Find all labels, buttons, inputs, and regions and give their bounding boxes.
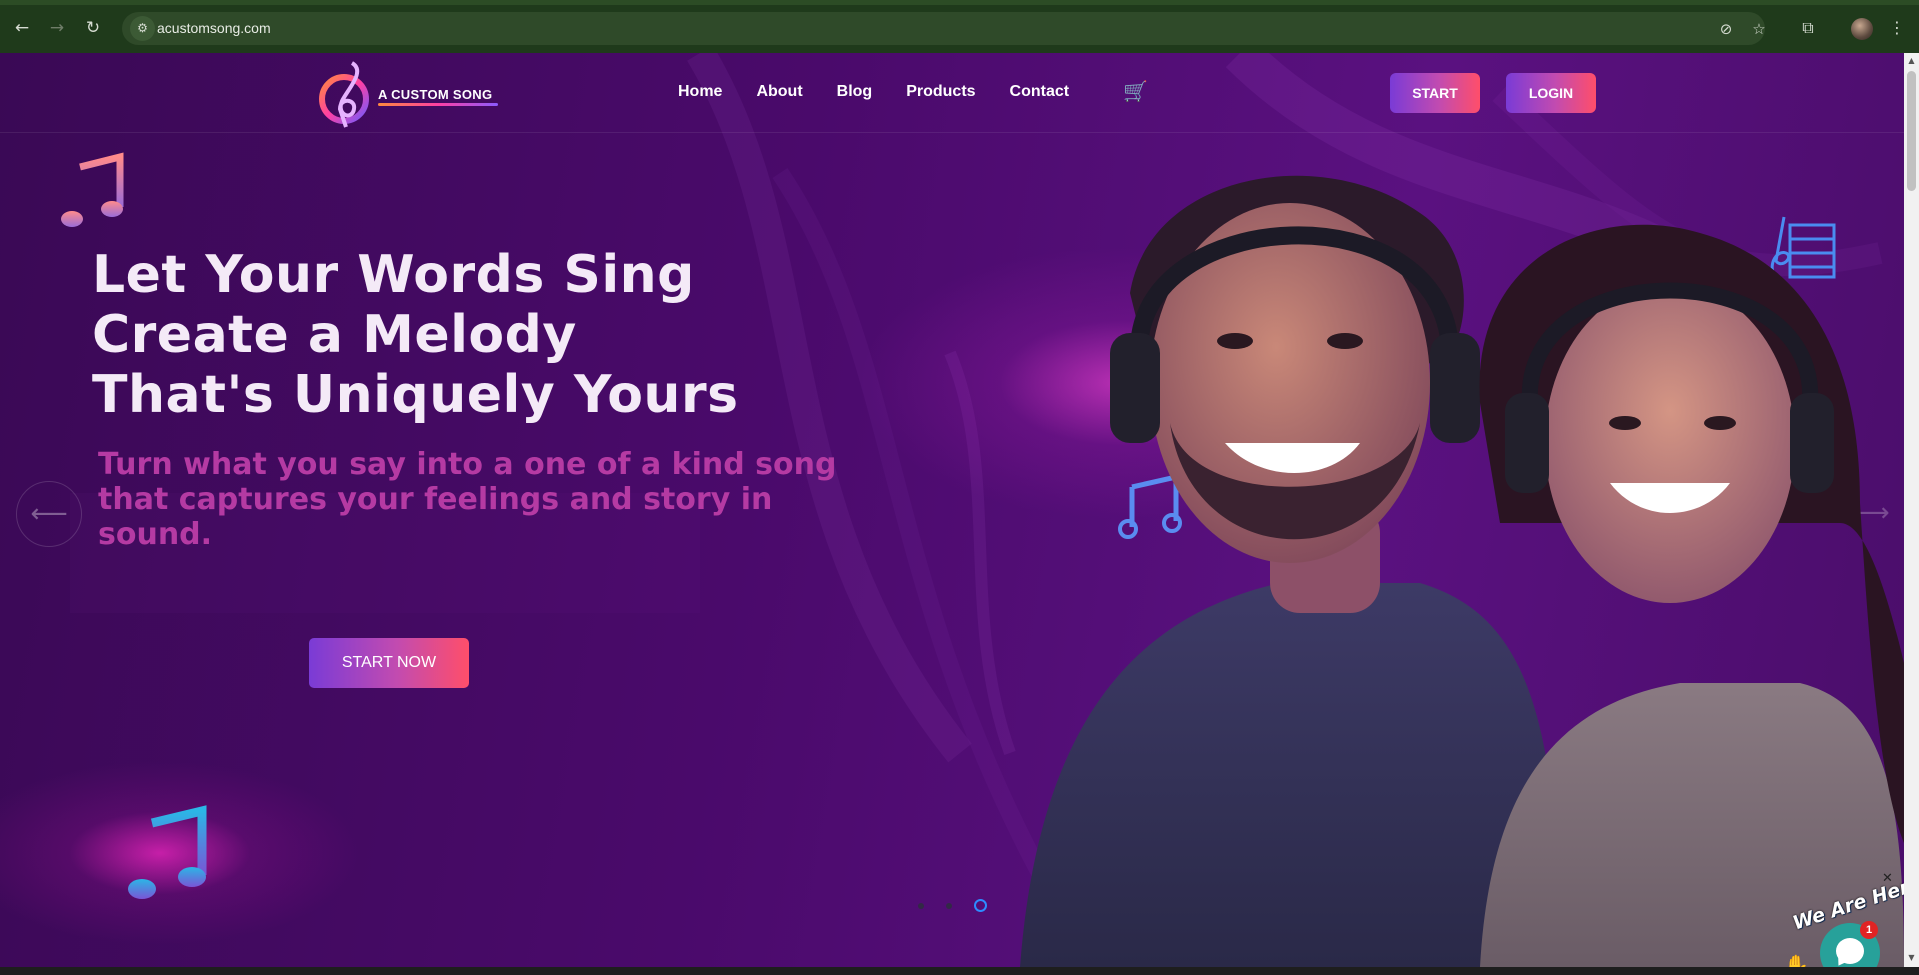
carousel-dot-3-active[interactable] [974,899,987,912]
forward-icon[interactable]: → [46,17,68,39]
extensions-icon[interactable]: ⧉ [1797,17,1819,39]
scrollbar-thumb[interactable] [1907,71,1916,191]
eye-off-icon[interactable]: ⊘ [1715,18,1737,40]
hero-title-line-1: Let Your Words Sing [92,245,695,305]
music-note-blue-icon [128,805,207,899]
hero-title-line-3: That's Uniquely Yours [92,365,739,425]
window-bottom-edge [0,967,1919,975]
url-text[interactable]: acustomsong.com [157,20,271,36]
login-button[interactable]: LOGIN [1506,73,1596,113]
cart-icon[interactable]: 🛒 [1123,79,1148,103]
main-nav: Home About Blog Products Contact [678,83,1069,101]
logo-tagline [378,103,498,106]
hero-title: Let Your Words Sing Create a Melody That… [92,245,739,425]
kebab-menu-icon[interactable]: ⋮ [1886,17,1908,39]
carousel-dot-1[interactable] [918,902,924,909]
nav-contact[interactable]: Contact [1010,83,1070,101]
start-now-button[interactable]: START NOW [309,638,469,688]
webpage: A CUSTOM SONG Home About Blog Products C… [0,53,1904,967]
logo-text: A CUSTOM SONG [378,87,493,102]
site-header: A CUSTOM SONG Home About Blog Products C… [0,53,1904,133]
nav-about[interactable]: About [756,83,802,101]
chat-unread-badge: 1 [1860,921,1878,939]
site-logo[interactable]: A CUSTOM SONG [318,57,498,129]
bookmark-star-icon[interactable]: ☆ [1748,18,1770,40]
start-button[interactable]: START [1390,73,1480,113]
treble-clef-logo-icon [319,61,369,128]
scroll-up-icon[interactable]: ▲ [1907,56,1916,65]
hero-photo-couple-with-headphones [1020,175,1904,967]
nav-blog[interactable]: Blog [837,83,873,101]
carousel-prev-arrow-icon[interactable]: ⟵ [16,481,82,547]
page-scrollbar[interactable]: ▲ ▼ [1904,53,1919,967]
browser-toolbar: ← → ↻ ⚙ acustomsong.com ⊘ ☆ ⧉ ⋮ [0,0,1919,53]
waving-hand-icon: ✋ [1784,953,1809,967]
carousel-dot-2[interactable] [946,902,952,909]
scroll-down-icon[interactable]: ▼ [1907,953,1916,962]
site-info-icon[interactable]: ⚙ [130,16,155,41]
nav-home[interactable]: Home [678,83,722,101]
nav-products[interactable]: Products [906,83,975,101]
back-icon[interactable]: ← [11,17,33,39]
hero-subtitle: Turn what you say into a one of a kind s… [98,447,837,552]
tab-strip [0,0,1919,5]
hero-title-line-2: Create a Melody [92,305,577,365]
carousel-dots [918,899,987,912]
reload-icon[interactable]: ↻ [82,17,104,39]
profile-avatar[interactable] [1851,18,1873,40]
address-bar[interactable]: ⚙ acustomsong.com ⊘ ☆ [122,12,1766,45]
music-note-icon [61,152,124,227]
